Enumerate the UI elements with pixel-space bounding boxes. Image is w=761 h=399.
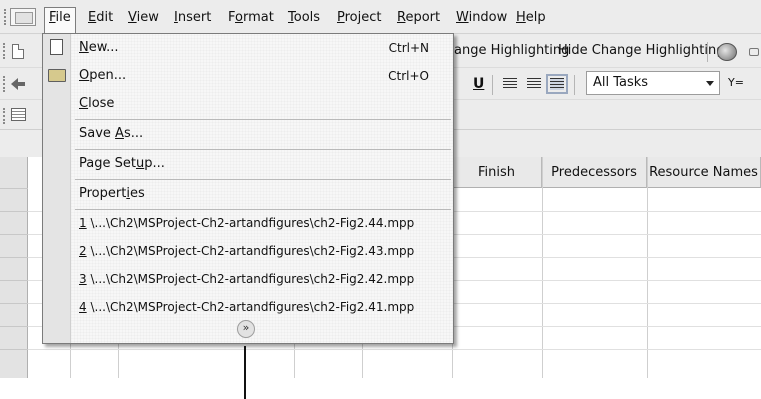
label: es — [129, 186, 145, 201]
toolbar-grip[interactable] — [3, 43, 6, 59]
menu-file-label: ile — [55, 10, 71, 25]
recent-path: \...\Ch2\MSProject-Ch2-artandfigures\ch2… — [86, 216, 415, 230]
label: ew... — [88, 40, 119, 55]
menu-project[interactable]: Project — [333, 8, 386, 28]
app-window-icon[interactable] — [10, 8, 36, 26]
filter-value: All Tasks — [593, 75, 649, 90]
menu-report-label: eport — [405, 10, 441, 25]
column-header-resource-names[interactable]: Resource Names — [647, 157, 761, 188]
toolbar-grip[interactable] — [3, 108, 6, 124]
menu-format-pre: F — [228, 10, 236, 25]
menu-item-close[interactable]: Close — [79, 93, 114, 115]
toolbar-separator — [707, 42, 708, 62]
resource-assign-icon[interactable] — [717, 43, 737, 61]
project-window: File Edit View Insert Format Tools Proje… — [0, 0, 761, 378]
menu-help[interactable]: Help — [512, 8, 550, 28]
label-pre: Save — [79, 126, 116, 141]
menu-insert-label: nsert — [177, 10, 212, 25]
hide-change-highlighting-button[interactable]: Hide Change Highlighting — [558, 43, 724, 58]
arrow-left-icon[interactable] — [11, 78, 25, 90]
menu-separator — [75, 149, 451, 150]
align-right-icon[interactable] — [546, 74, 568, 94]
menu-edit[interactable]: Edit — [84, 8, 117, 28]
menu-format-label: rmat — [242, 10, 274, 25]
menu-project-label: roject — [344, 10, 382, 25]
accel: A — [115, 126, 124, 141]
menu-format-accel: o — [235, 10, 243, 25]
menu-item-page-setup[interactable]: Page Setup... — [79, 153, 165, 175]
menu-separator — [75, 119, 451, 120]
menu-format[interactable]: Format — [224, 8, 278, 28]
menu-item-new[interactable]: New... — [79, 37, 119, 59]
underline-button[interactable]: U — [473, 76, 484, 92]
row-header-column — [0, 157, 28, 378]
recent-file-1[interactable]: 1 \...\Ch2\MSProject-Ch2-artandfigures\c… — [79, 212, 414, 234]
menu-help-accel: H — [516, 10, 526, 25]
toolbar-separator — [492, 75, 493, 95]
menu-file[interactable]: File — [44, 7, 76, 34]
menu-window-accel: W — [456, 10, 469, 25]
shortcut-open: Ctrl+O — [388, 69, 429, 83]
expand-menu-chevron-icon[interactable]: » — [237, 320, 255, 338]
menu-edit-label: dit — [96, 10, 114, 25]
new-doc-icon — [50, 39, 63, 55]
menu-view-accel: V — [128, 10, 137, 25]
callout-line — [244, 346, 246, 399]
menu-insert[interactable]: Insert — [170, 8, 215, 28]
accel: O — [79, 68, 90, 83]
menu-bar: File Edit View Insert Format Tools Proje… — [0, 0, 761, 34]
menu-separator — [75, 179, 451, 180]
menu-report[interactable]: Report — [393, 8, 444, 28]
menu-project-accel: P — [337, 10, 345, 25]
view-bar-icon[interactable] — [11, 108, 26, 121]
link-icon[interactable] — [749, 48, 759, 56]
menu-window[interactable]: Window — [452, 8, 511, 28]
column-header-finish[interactable]: Finish — [452, 157, 542, 188]
align-left-icon[interactable] — [503, 78, 517, 90]
menu-window-label: indow — [468, 10, 508, 25]
label-pre: Propert — [79, 186, 127, 201]
recent-num: 2 — [79, 244, 87, 258]
menu-help-label: elp — [525, 10, 546, 25]
change-highlighting-button[interactable]: ange Highlighting — [454, 43, 569, 58]
label: p... — [144, 156, 165, 171]
recent-num: 4 — [79, 300, 87, 314]
shortcut-new: Ctrl+N — [388, 41, 429, 55]
accel: C — [79, 96, 89, 111]
new-doc-icon[interactable] — [12, 44, 24, 59]
menu-item-properties[interactable]: Properties — [79, 183, 145, 205]
recent-path: \...\Ch2\MSProject-Ch2-artandfigures\ch2… — [86, 300, 415, 314]
label: pen... — [89, 68, 127, 83]
label: lose — [88, 96, 115, 111]
recent-file-4[interactable]: 4 \...\Ch2\MSProject-Ch2-artandfigures\c… — [79, 296, 414, 318]
accel: N — [79, 40, 89, 55]
label-pre: Page Set — [79, 156, 136, 171]
recent-path: \...\Ch2\MSProject-Ch2-artandfigures\ch2… — [86, 272, 415, 286]
column-header-predecessors[interactable]: Predecessors — [542, 157, 647, 188]
menu-item-save-as[interactable]: Save As... — [79, 123, 143, 145]
menu-separator — [75, 209, 451, 210]
open-folder-icon — [48, 69, 66, 82]
recent-num: 1 — [79, 216, 87, 230]
toolbar-separator — [574, 75, 575, 95]
label: s... — [123, 126, 144, 141]
recent-num: 3 — [79, 272, 87, 286]
menu-item-open[interactable]: Open... — [79, 65, 126, 87]
recent-file-3[interactable]: 3 \...\Ch2\MSProject-Ch2-artandfigures\c… — [79, 268, 414, 290]
toolbar-grip[interactable] — [3, 76, 6, 92]
recent-path: \...\Ch2\MSProject-Ch2-artandfigures\ch2… — [86, 244, 415, 258]
menu-tools[interactable]: Tools — [284, 8, 324, 28]
filter-dropdown[interactable]: All Tasks — [586, 71, 720, 95]
file-menu-dropdown: New... Ctrl+N Open... Ctrl+O Close Save … — [42, 33, 454, 344]
menu-tools-label: ools — [293, 10, 321, 25]
menubar-grip[interactable] — [4, 9, 7, 25]
recent-file-2[interactable]: 2 \...\Ch2\MSProject-Ch2-artandfigures\c… — [79, 240, 414, 262]
autofilter-icon[interactable]: Y= — [728, 76, 744, 89]
menu-view-label: iew — [136, 10, 159, 25]
menu-edit-accel: E — [88, 10, 97, 25]
accel: u — [135, 156, 145, 171]
align-center-icon[interactable] — [527, 78, 541, 90]
menu-view[interactable]: View — [124, 8, 163, 28]
chevron-down-icon[interactable] — [706, 81, 714, 86]
